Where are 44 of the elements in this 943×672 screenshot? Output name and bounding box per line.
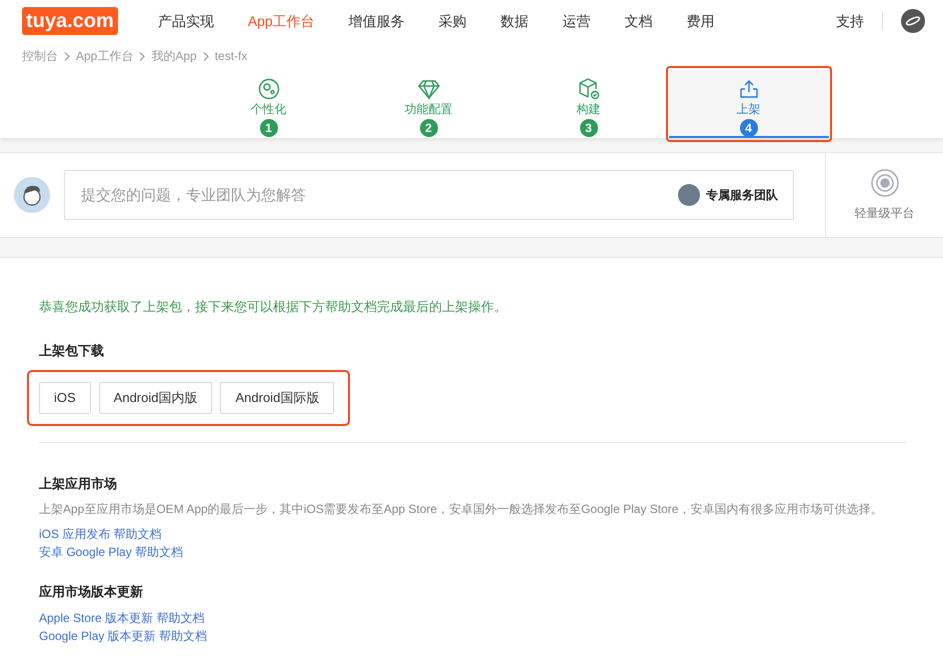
- step-tab[interactable]: 个性化 1: [188, 70, 348, 138]
- upload-icon: [738, 78, 760, 100]
- section-heading: 上架应用市场: [39, 475, 118, 493]
- team-label[interactable]: 专属服务团队: [706, 186, 778, 204]
- step-number-badge: 2: [420, 119, 438, 137]
- gear-icon: [258, 78, 280, 100]
- nav-link[interactable]: 数据: [500, 10, 529, 32]
- diamond-icon: [418, 78, 440, 100]
- breadcrumb-link[interactable]: 我的App: [151, 47, 197, 65]
- platform-label[interactable]: 轻量级平台: [854, 204, 914, 222]
- section-heading: 应用市场版本更新: [39, 583, 144, 601]
- help-link[interactable]: Google Play 版本更新 帮助文档: [39, 627, 208, 645]
- breadcrumb-link[interactable]: 控制台: [22, 47, 58, 65]
- nav-link[interactable]: 采购: [438, 10, 467, 32]
- section-heading: 上架包下载: [39, 342, 105, 360]
- nav-link[interactable]: 运营: [562, 10, 591, 32]
- step-tab[interactable]: 功能配置 2: [348, 70, 508, 138]
- breadcrumb-link[interactable]: App工作台: [76, 47, 134, 65]
- chevron-icon: [202, 52, 209, 60]
- help-link[interactable]: Apple Store 版本更新 帮助文档: [39, 609, 204, 627]
- cube-icon: [578, 78, 600, 100]
- nav-link[interactable]: App工作台: [248, 10, 315, 32]
- support-avatar-icon: [14, 177, 50, 213]
- download-button[interactable]: iOS: [39, 382, 91, 414]
- download-button[interactable]: Android国内版: [98, 382, 212, 414]
- help-link[interactable]: iOS 应用发布 帮助文档: [39, 525, 162, 543]
- step-tab[interactable]: 构建 3: [508, 70, 668, 138]
- nav-link[interactable]: 增值服务: [348, 10, 405, 32]
- breadcrumb-link[interactable]: test-fx: [214, 47, 248, 65]
- support-link[interactable]: 支持: [836, 10, 864, 32]
- download-button[interactable]: Android国际版: [220, 382, 334, 414]
- user-avatar-icon[interactable]: [901, 9, 925, 33]
- success-message: 恭喜您成功获取了上架包，接下来您可以根据下方帮助文档完成最后的上架操作。: [39, 298, 508, 316]
- help-link[interactable]: 安卓 Google Play 帮助文档: [39, 543, 184, 561]
- step-number-badge: 4: [740, 119, 758, 137]
- step-number-badge: 1: [260, 119, 278, 137]
- logo[interactable]: tuya.com: [22, 7, 118, 35]
- chevron-icon: [64, 52, 70, 60]
- step-number-badge: 3: [580, 119, 598, 137]
- nav-link[interactable]: 文档: [624, 10, 653, 32]
- nav-link[interactable]: 费用: [686, 10, 715, 32]
- nav-link[interactable]: 产品实现: [158, 10, 214, 32]
- section-description: 上架App至应用市场是OEM App的最后一步，其中iOS需要发布至App Store，安卓国外一般选择发布至Google Play Store，安卓国内有很多应用市场可供选择。: [39, 501, 884, 517]
- chevron-icon: [139, 52, 146, 60]
